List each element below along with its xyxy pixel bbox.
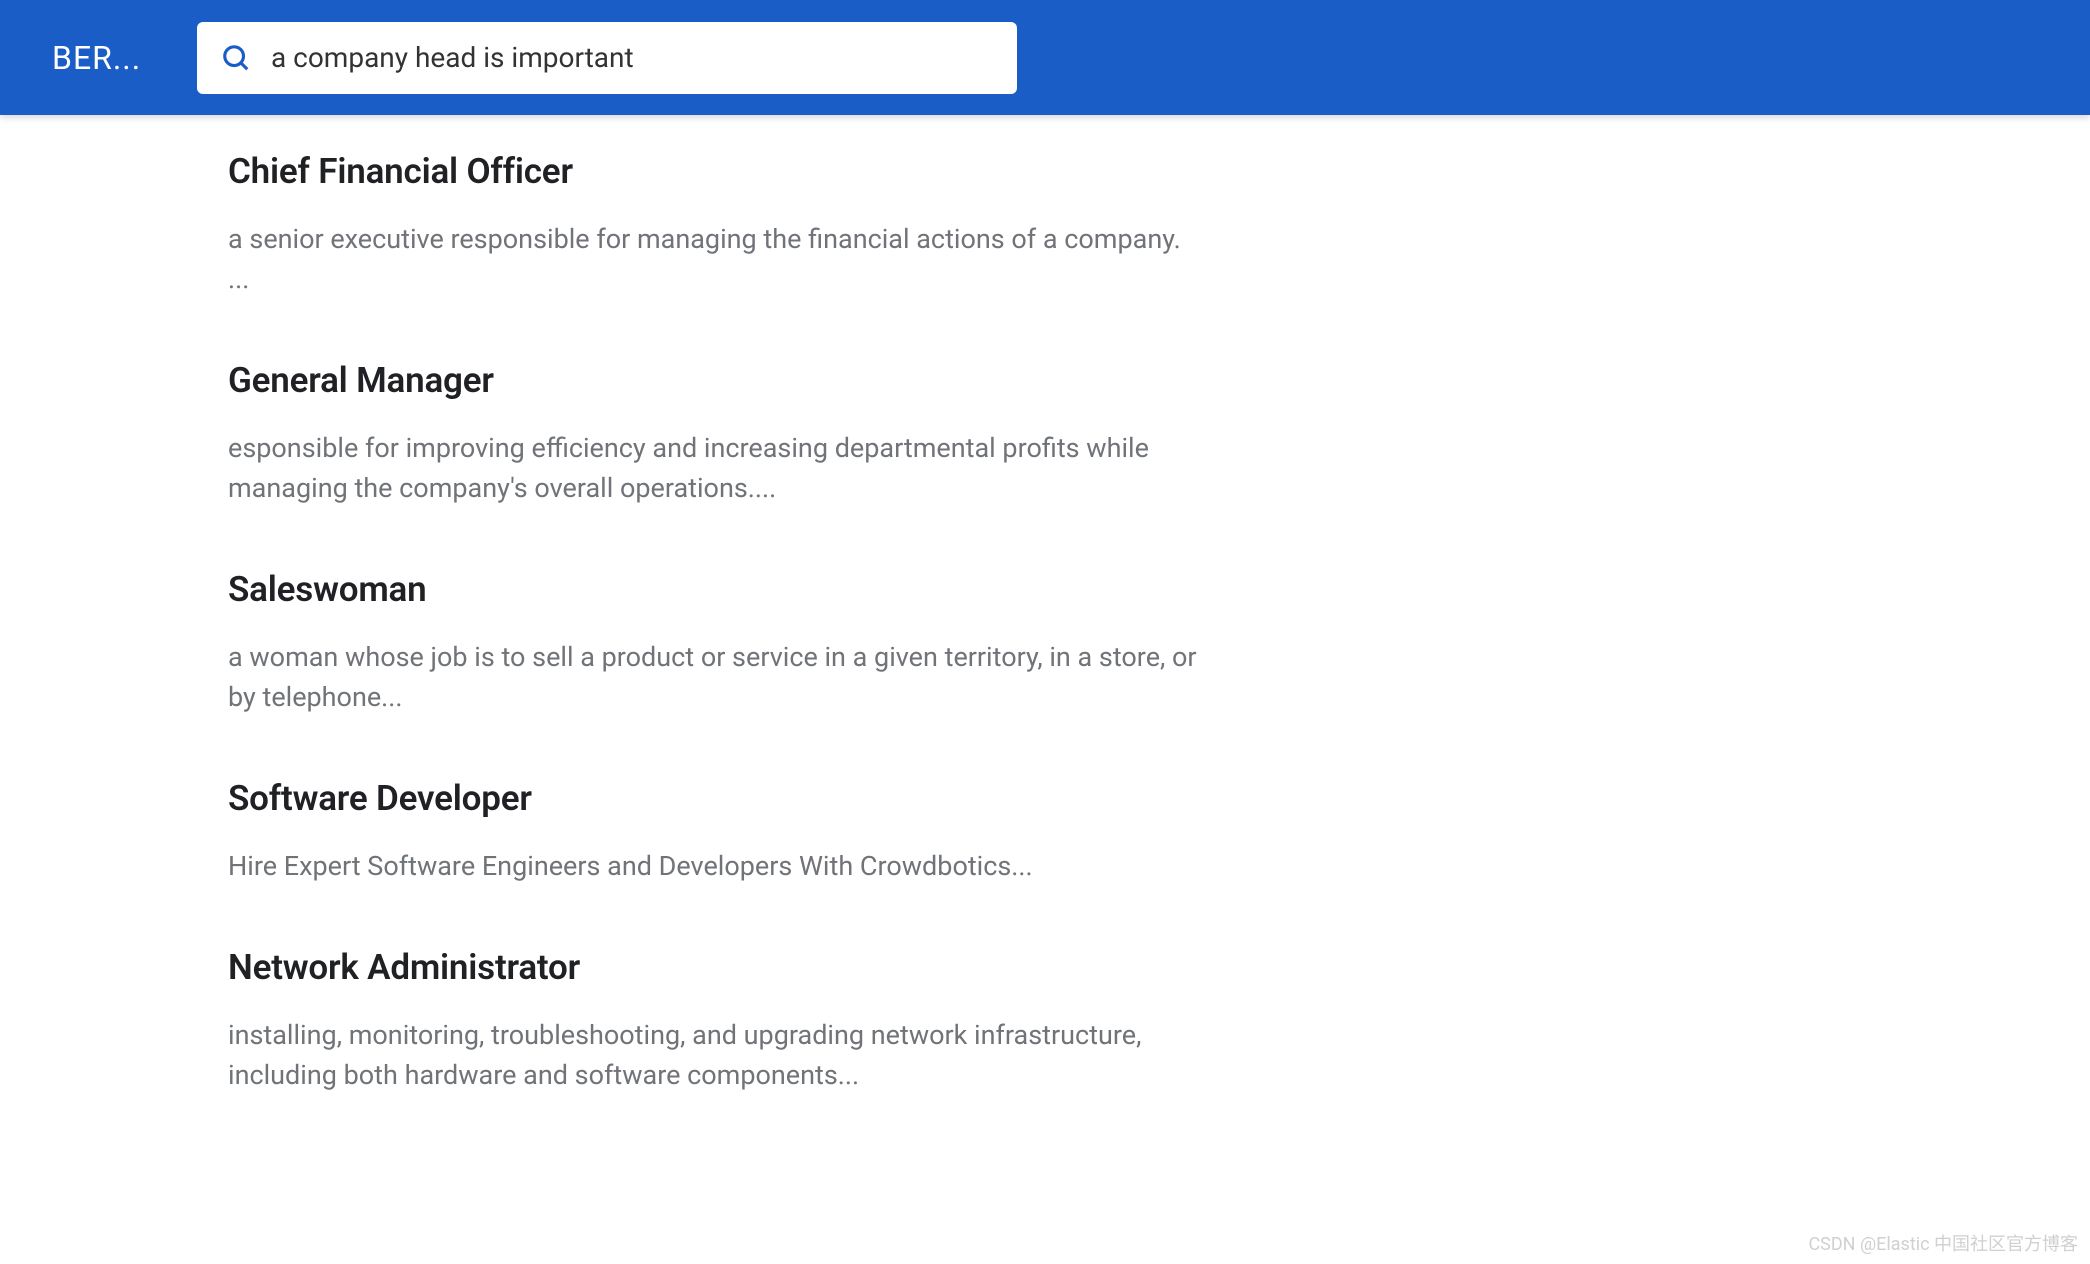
result-item[interactable]: Chief Financial Officer a senior executi…	[228, 151, 1220, 300]
search-results: Chief Financial Officer a senior executi…	[0, 115, 1220, 1096]
app-header: BER...	[0, 0, 2090, 115]
watermark: CSDN @Elastic 中国社区官方博客	[1808, 1230, 2078, 1256]
result-title: General Manager	[228, 360, 1220, 401]
result-title: Saleswoman	[228, 569, 1220, 610]
brand-label: BER...	[52, 39, 157, 77]
search-box[interactable]	[197, 22, 1017, 94]
result-title: Network Administrator	[228, 947, 1220, 988]
result-description: a woman whose job is to sell a product o…	[228, 638, 1198, 718]
search-icon	[221, 43, 251, 73]
result-description: esponsible for improving efficiency and …	[228, 429, 1198, 509]
result-description: a senior executive responsible for manag…	[228, 220, 1198, 300]
result-item[interactable]: General Manager esponsible for improving…	[228, 360, 1220, 509]
result-description: Hire Expert Software Engineers and Devel…	[228, 847, 1198, 887]
result-title: Software Developer	[228, 778, 1220, 819]
result-description: installing, monitoring, troubleshooting,…	[228, 1016, 1198, 1096]
search-input[interactable]	[271, 41, 993, 74]
result-title: Chief Financial Officer	[228, 151, 1220, 192]
result-item[interactable]: Saleswoman a woman whose job is to sell …	[228, 569, 1220, 718]
result-item[interactable]: Network Administrator installing, monito…	[228, 947, 1220, 1096]
result-item[interactable]: Software Developer Hire Expert Software …	[228, 778, 1220, 887]
